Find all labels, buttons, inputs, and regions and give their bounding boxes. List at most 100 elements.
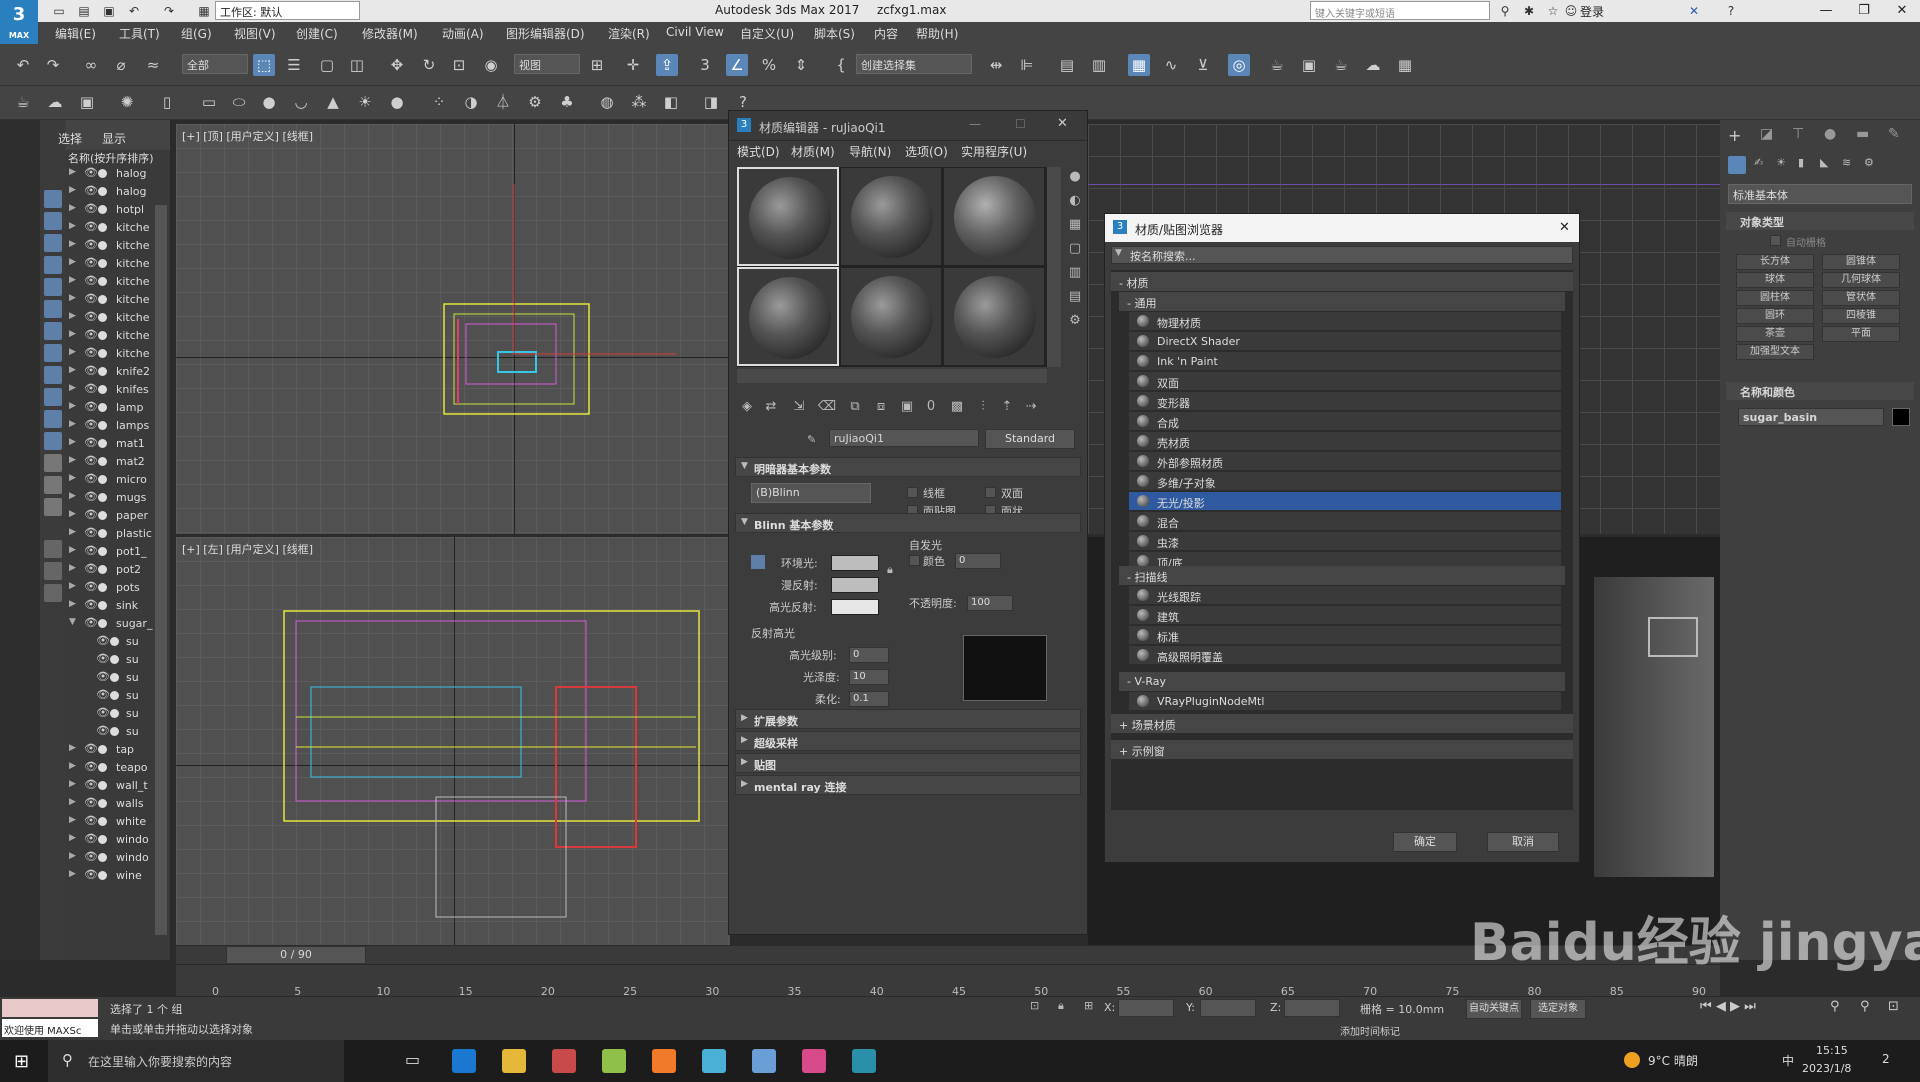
browser-item[interactable]: 壳材质	[1129, 432, 1561, 451]
list-item[interactable]: ▶ 👁︎ lamp	[66, 399, 166, 417]
expand-arrow-icon[interactable]: ▶	[69, 347, 76, 357]
visibility-eye-icon[interactable]: 👁︎	[84, 580, 98, 593]
graphite-toggle-icon[interactable]: ▦	[1128, 54, 1150, 76]
freeze-icon[interactable]	[98, 241, 107, 250]
freeze-icon[interactable]	[98, 349, 107, 358]
list-item[interactable]: ▶ 👁︎ kitche	[66, 255, 166, 273]
list-item[interactable]: ▶ 👁︎ pot2	[66, 561, 166, 579]
filter-spacewarps-icon[interactable]	[44, 300, 62, 318]
primitive-button[interactable]: 长方体	[1736, 254, 1814, 270]
wire-checkbox[interactable]	[907, 487, 918, 498]
app-icon[interactable]	[602, 1049, 626, 1073]
cone-prim-icon[interactable]: ▲	[322, 91, 344, 113]
visibility-eye-icon[interactable]: 👁︎	[84, 400, 98, 413]
filter-helpers-icon[interactable]	[44, 278, 62, 296]
visibility-eye-icon[interactable]: 👁︎	[84, 868, 98, 881]
layer-explorer-icon[interactable]: ▥	[1088, 54, 1110, 76]
ambient-swatch[interactable]	[831, 555, 879, 571]
expand-arrow-icon[interactable]: ▶	[69, 851, 76, 861]
rect-selection-icon[interactable]: ▢	[316, 54, 338, 76]
primitive-button[interactable]: 管状体	[1822, 290, 1900, 306]
specular-swatch[interactable]	[831, 599, 879, 615]
freeze-icon[interactable]	[98, 421, 107, 430]
expand-arrow-icon[interactable]: ▶	[69, 599, 76, 609]
list-item[interactable]: ▶ 👁︎ wall_t	[66, 777, 166, 795]
expand-arrow-icon[interactable]: ▶	[69, 581, 76, 591]
visibility-eye-icon[interactable]: 👁︎	[96, 688, 110, 701]
move-icon[interactable]: ✥	[386, 54, 408, 76]
freeze-icon[interactable]	[110, 709, 119, 718]
auto-key-button[interactable]: 自动关键点	[1466, 999, 1522, 1019]
folder-icon[interactable]	[44, 584, 62, 602]
geometry-icon[interactable]	[1728, 156, 1746, 174]
freeze-icon[interactable]	[98, 385, 107, 394]
browser-item[interactable]: 标准	[1129, 626, 1561, 645]
reset-material-icon[interactable]: ⌫	[817, 397, 837, 417]
zoom-extents-icon[interactable]: ⊡	[1888, 999, 1899, 1014]
menu-customize[interactable]: 自定义(U)	[740, 25, 794, 42]
expand-arrow-icon[interactable]: ▶	[69, 743, 76, 753]
snaps-toggle-icon[interactable]: 3	[694, 54, 716, 76]
freeze-icon[interactable]	[98, 511, 107, 520]
freeze-icon[interactable]	[110, 691, 119, 700]
taskbar-search-input[interactable]: 在这里输入你要搜索的内容	[48, 1040, 344, 1082]
primitive-button[interactable]: 平面	[1822, 326, 1900, 342]
visibility-eye-icon[interactable]: 👁︎	[84, 760, 98, 773]
video-color-icon[interactable]: ▥	[1065, 263, 1085, 283]
x-coord-input[interactable]	[1118, 999, 1174, 1017]
ref-coord-select[interactable]: 视图	[514, 54, 580, 74]
group-vray[interactable]: - V-Ray	[1119, 672, 1565, 691]
help-icon[interactable]: ?	[1722, 2, 1740, 20]
menu-edit[interactable]: 编辑(E)	[55, 25, 96, 42]
expand-arrow-icon[interactable]: ▶	[69, 311, 76, 321]
lock-icon[interactable]: 🔒︎	[887, 563, 893, 577]
list-item[interactable]: 👁︎ su	[66, 687, 166, 705]
list-item[interactable]: ▶ 👁︎ plastic	[66, 525, 166, 543]
list-item[interactable]: ▶ 👁︎ white	[66, 813, 166, 831]
filter-containers-icon[interactable]	[44, 388, 62, 406]
visibility-eye-icon[interactable]: 👁︎	[84, 238, 98, 251]
freeze-icon[interactable]	[98, 781, 107, 790]
primitive-button[interactable]: 四棱锥	[1822, 308, 1900, 324]
object-type-header[interactable]: 对象类型	[1726, 212, 1914, 230]
expand-arrow-icon[interactable]: ▶	[69, 275, 76, 285]
blob-prim-icon[interactable]: ⬭	[228, 91, 250, 113]
list-item[interactable]: ▶ 👁︎ micro	[66, 471, 166, 489]
app-icon[interactable]	[802, 1049, 826, 1073]
sample-type-icon[interactable]: ●	[1065, 167, 1085, 187]
me-menu-utilities[interactable]: 实用程序(U)	[961, 143, 1027, 160]
lock-selection-icon[interactable]: 🔒︎	[1058, 999, 1064, 1013]
expand-arrow-icon[interactable]: ▶	[69, 761, 76, 771]
visibility-eye-icon[interactable]: 👁︎	[84, 418, 98, 431]
tab-select[interactable]: 选择	[58, 130, 82, 147]
teapot-icon[interactable]: ☕	[12, 91, 34, 113]
expand-arrow-icon[interactable]: ▶	[69, 383, 76, 393]
render-production-icon[interactable]: ☕	[1330, 54, 1352, 76]
put-to-scene-icon[interactable]: ⇄	[761, 397, 781, 417]
select-object-icon[interactable]: ⬚	[253, 54, 275, 76]
render-cloud-icon[interactable]: ☁	[1362, 54, 1384, 76]
spinner-snap-icon[interactable]: ⇕	[790, 54, 812, 76]
playback-controls-icon[interactable]: ⏮ ◀ ▶ ⏭	[1700, 999, 1756, 1014]
y-coord-input[interactable]	[1200, 999, 1256, 1017]
list-item[interactable]: ▶ 👁︎ wine	[66, 867, 166, 885]
visibility-eye-icon[interactable]: 👁︎	[84, 832, 98, 845]
place-icon[interactable]: ◉	[480, 54, 502, 76]
filter-shapes-icon[interactable]	[44, 212, 62, 230]
weather-icon[interactable]	[1624, 1052, 1640, 1068]
viewport-top[interactable]: [+] [顶] [用户定义] [线框]	[176, 124, 730, 534]
browser-item[interactable]: 合成	[1129, 412, 1561, 431]
primitive-button[interactable]: 茶壶	[1736, 326, 1814, 342]
start-icon[interactable]: ⊞	[14, 1051, 29, 1072]
freeze-icon[interactable]	[110, 655, 119, 664]
material-id-icon[interactable]: 0	[921, 397, 941, 417]
freeze-icon[interactable]	[98, 583, 107, 592]
app-icon[interactable]	[702, 1049, 726, 1073]
notepad-icon[interactable]	[752, 1049, 776, 1073]
freeze-icon[interactable]	[98, 439, 107, 448]
uv-tiling-icon[interactable]: ▢	[1065, 239, 1085, 259]
list-item[interactable]: ▶ 👁︎ lamps	[66, 417, 166, 435]
visibility-eye-icon[interactable]: 👁︎	[84, 274, 98, 287]
exchange-icon[interactable]: ✕	[1685, 2, 1703, 20]
sample-slot[interactable]	[737, 167, 839, 266]
